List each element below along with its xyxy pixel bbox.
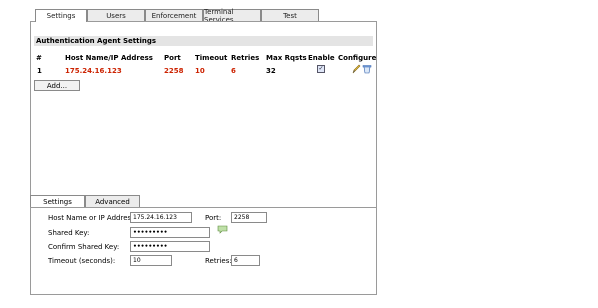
port-input[interactable]: 2258 <box>231 212 267 223</box>
tab-settings[interactable]: Settings <box>35 9 87 22</box>
header-port: Port <box>164 54 181 62</box>
header-max-rqsts: Max Rqsts <box>266 54 307 62</box>
subtab-advanced-label: Advanced <box>95 197 130 206</box>
section-title: Authentication Agent Settings <box>34 36 373 46</box>
header-host: Host Name/IP Address <box>65 54 153 62</box>
row-timeout: 10 <box>195 67 205 75</box>
header-num: # <box>36 54 42 62</box>
host-label: Host Name or IP Address: <box>48 214 138 222</box>
tab-enforcement-label: Enforcement <box>151 11 197 20</box>
enable-checkbox[interactable]: ✓ <box>317 65 325 73</box>
tab-users-label: Users <box>106 11 126 20</box>
port-label: Port: <box>205 214 222 222</box>
speech-bubble-icon[interactable] <box>217 225 228 236</box>
tab-settings-label: Settings <box>46 12 76 20</box>
timeout-input[interactable]: 10 <box>130 255 172 266</box>
retries-input[interactable]: 6 <box>231 255 260 266</box>
row-port: 2258 <box>164 67 184 75</box>
add-button[interactable]: Add... <box>34 80 80 91</box>
timeout-label: Timeout (seconds): <box>48 257 116 265</box>
header-configure: Configure <box>338 54 377 62</box>
subtab-divider <box>30 207 377 208</box>
subtab-settings-label: Settings <box>43 197 72 206</box>
tab-users[interactable]: Users <box>87 9 145 21</box>
header-enable: Enable <box>308 54 335 62</box>
pencil-icon[interactable] <box>352 64 361 76</box>
main-panel <box>30 21 377 295</box>
tab-test-label: Test <box>283 11 297 20</box>
row-host: 175.24.16.123 <box>65 67 122 75</box>
row-num: 1 <box>37 67 42 75</box>
trash-icon[interactable] <box>362 64 372 76</box>
host-input[interactable]: 175.24.16.123 <box>130 212 192 223</box>
row-retries: 6 <box>231 67 236 75</box>
confirm-key-label: Confirm Shared Key: <box>48 243 120 251</box>
tab-terminal-services[interactable]: Terminal Services <box>203 8 261 24</box>
shared-key-input[interactable]: ••••••••• <box>130 227 210 238</box>
shared-key-label: Shared Key: <box>48 229 90 237</box>
subtab-settings[interactable]: Settings <box>30 195 85 207</box>
header-retries: Retries <box>231 54 260 62</box>
retries-label: Retries: <box>205 257 232 265</box>
confirm-key-input[interactable]: ••••••••• <box>130 241 210 252</box>
tab-enforcement[interactable]: Enforcement <box>145 9 203 21</box>
subtab-bar: Settings Advanced <box>30 195 140 207</box>
tab-test[interactable]: Test <box>261 9 319 21</box>
row-max-rqsts: 32 <box>266 67 276 75</box>
subtab-advanced[interactable]: Advanced <box>85 195 140 207</box>
header-timeout: Timeout <box>195 54 228 62</box>
